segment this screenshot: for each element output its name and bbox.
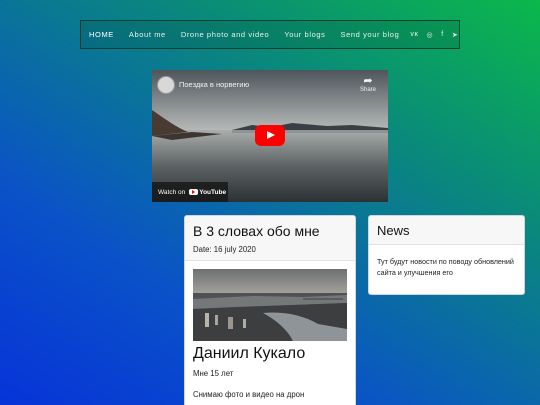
about-card-body: Даниил Кукало Мне 15 лет Снимаю фото и в… xyxy=(185,261,355,405)
youtube-logo-text: YouTube xyxy=(199,188,227,196)
about-card-date: Date: 16 july 2020 xyxy=(193,245,256,254)
share-button[interactable]: ➦ Share xyxy=(359,75,376,94)
channel-avatar[interactable] xyxy=(157,76,175,94)
author-age: Мне 15 лет xyxy=(193,369,234,378)
about-card-title: В 3 словах обо мне xyxy=(193,223,320,239)
news-card-title: News xyxy=(377,223,410,238)
instagram-icon[interactable]: ◎ xyxy=(427,31,434,39)
vk-icon[interactable]: ᴠᴋ xyxy=(410,31,418,38)
share-icon: ➦ xyxy=(363,75,373,87)
about-card: В 3 словах обо мне Date: 16 july 2020 Да… xyxy=(184,215,356,405)
top-navigation: HOME About me Drone photo and video Your… xyxy=(80,20,460,49)
youtube-logo: YouTube xyxy=(189,189,226,196)
watch-on-youtube-button[interactable]: Watch on YouTube xyxy=(152,182,228,202)
nav-your-blogs[interactable]: Your blogs xyxy=(284,30,325,39)
social-links: ᴠᴋ ◎ f ➤ xyxy=(410,31,466,39)
telegram-icon[interactable]: ➤ xyxy=(452,31,458,39)
news-card-text: Тут будут новости по поводу обновлений с… xyxy=(377,257,514,277)
news-card: News Тут будут новости по поводу обновле… xyxy=(368,215,525,295)
news-card-header: News xyxy=(369,216,524,245)
author-name: Даниил Кукало xyxy=(193,345,306,362)
nav-home[interactable]: HOME xyxy=(89,30,114,39)
nav-about-me[interactable]: About me xyxy=(129,30,166,39)
video-title[interactable]: Поездка в норвегию xyxy=(179,80,249,89)
nav-send-your-blog[interactable]: Send your blog xyxy=(340,30,399,39)
share-label: Share xyxy=(359,87,376,93)
facebook-icon[interactable]: f xyxy=(441,31,444,38)
city-aerial-photo xyxy=(193,269,347,341)
play-button[interactable] xyxy=(255,125,285,146)
watch-on-label: Watch on xyxy=(158,188,186,196)
about-card-header: В 3 словах обо мне Date: 16 july 2020 xyxy=(185,216,355,261)
author-description: Снимаю фото и видео на дрон xyxy=(193,390,305,399)
youtube-video-embed[interactable]: Поездка в норвегию ➦ Share Watch on YouT… xyxy=(152,70,388,202)
nav-drone-photo-video[interactable]: Drone photo and video xyxy=(181,30,270,39)
youtube-play-icon xyxy=(189,189,199,195)
